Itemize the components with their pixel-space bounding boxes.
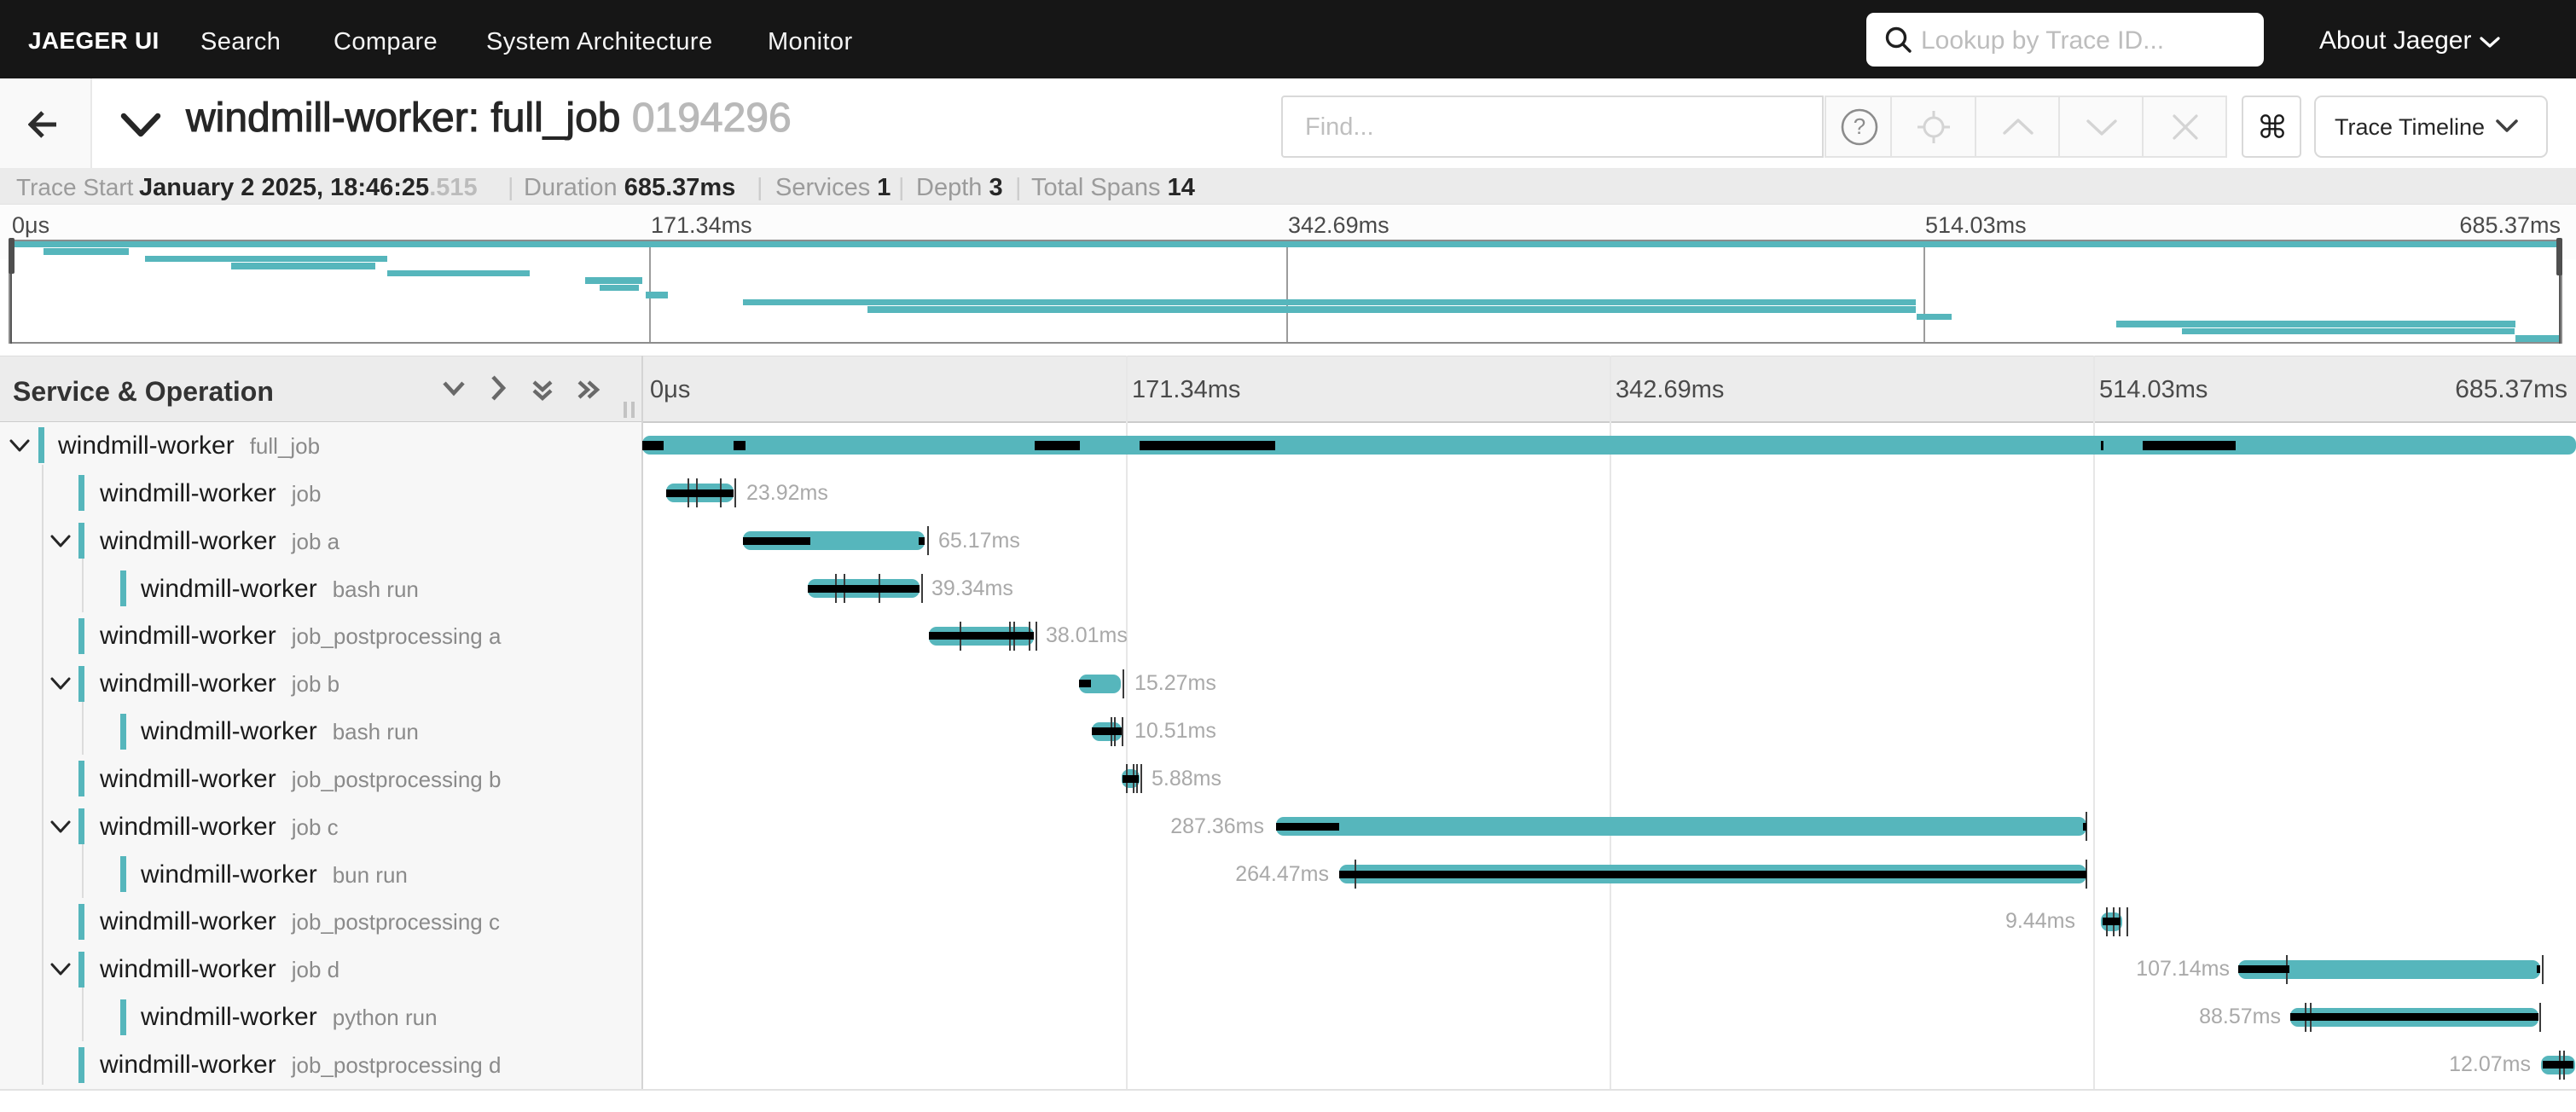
svg-text:?: ? bbox=[1854, 113, 1865, 139]
